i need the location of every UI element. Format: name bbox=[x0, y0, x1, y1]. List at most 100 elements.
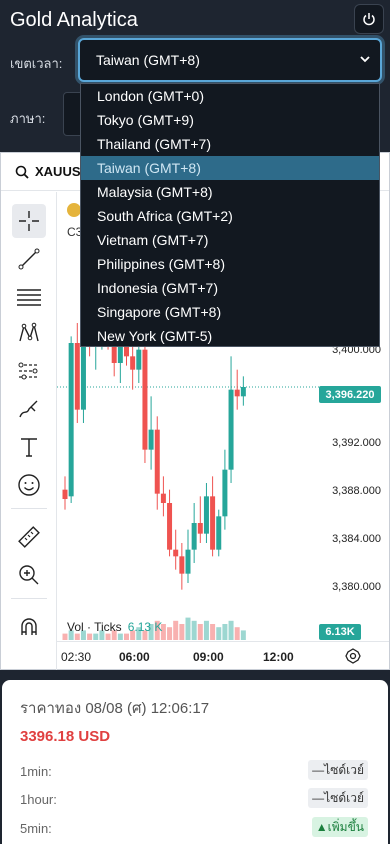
candle bbox=[228, 356, 234, 483]
volume-bar bbox=[234, 627, 240, 640]
smiley-icon bbox=[18, 474, 40, 496]
text-tool[interactable] bbox=[12, 430, 46, 464]
time-axis-label: 06:00 bbox=[119, 650, 150, 664]
magnet-icon bbox=[21, 618, 37, 635]
app-title: Gold Analytica bbox=[10, 9, 138, 31]
pattern-icon bbox=[19, 322, 39, 342]
time-axis[interactable]: 02:30 06:00 09:00 12:00 bbox=[57, 641, 389, 670]
crosshair-tool[interactable] bbox=[12, 204, 46, 238]
volume-bar bbox=[62, 633, 68, 640]
fib-retracement-tool[interactable] bbox=[12, 280, 46, 314]
timezone-option[interactable]: Thailand (GMT+7) bbox=[81, 132, 379, 156]
timezone-option[interactable]: London (GMT+0) bbox=[81, 84, 379, 108]
candle bbox=[160, 476, 166, 517]
candle bbox=[191, 503, 197, 563]
toolbar-divider bbox=[11, 598, 47, 599]
crosshair-icon bbox=[19, 211, 39, 231]
forecast-icon bbox=[18, 362, 39, 380]
candle bbox=[167, 489, 173, 557]
volume-bar bbox=[173, 620, 179, 640]
timezone-option[interactable]: Vietnam (GMT+7) bbox=[81, 228, 379, 252]
volume-bar bbox=[124, 633, 129, 640]
trend-label-5min: 5min: bbox=[20, 821, 52, 836]
timezone-option[interactable]: South Africa (GMT+2) bbox=[81, 204, 379, 228]
measure-tool[interactable] bbox=[12, 520, 46, 554]
brush-tool[interactable] bbox=[12, 392, 46, 426]
volume-bar bbox=[117, 633, 123, 640]
volume-value: 6.13 K bbox=[127, 620, 163, 634]
candle bbox=[148, 396, 154, 470]
volume-label: Vol · Ticks bbox=[67, 620, 122, 634]
volume-bar bbox=[74, 633, 80, 640]
timezone-selected-value: Taiwan (GMT+8) bbox=[96, 52, 200, 68]
gear-icon[interactable] bbox=[345, 648, 361, 664]
volume-bar bbox=[167, 627, 173, 640]
volume-bar bbox=[216, 627, 222, 640]
candle bbox=[179, 543, 185, 590]
candle bbox=[68, 336, 74, 503]
candle bbox=[240, 376, 246, 406]
chevron-down-icon bbox=[360, 56, 370, 63]
timezone-option[interactable]: Malaysia (GMT+8) bbox=[81, 180, 379, 204]
timezone-option[interactable]: Tokyo (GMT+9) bbox=[81, 108, 379, 132]
drawing-toolbar bbox=[1, 192, 57, 670]
candle bbox=[197, 496, 203, 543]
time-axis-label: 12:00 bbox=[263, 650, 294, 664]
toolbar-divider bbox=[11, 508, 47, 509]
timezone-select[interactable]: Taiwan (GMT+8) bbox=[78, 38, 382, 82]
volume-bar bbox=[105, 633, 111, 640]
volume-bar bbox=[210, 624, 216, 640]
trend-label-1min: 1min: bbox=[20, 764, 52, 779]
candle bbox=[203, 483, 209, 543]
volume-legend: Vol · Ticks 6.13 K bbox=[67, 620, 162, 634]
price-axis-label: 3,380.000 bbox=[332, 581, 381, 593]
volume-bar bbox=[179, 624, 185, 640]
volume-bar bbox=[228, 620, 234, 640]
coin-icon bbox=[67, 203, 81, 217]
candle bbox=[173, 529, 179, 570]
power-button[interactable] bbox=[354, 4, 384, 34]
trend-label-1hour: 1hour: bbox=[20, 792, 57, 807]
timezone-option[interactable]: Indonesia (GMT+7) bbox=[81, 276, 379, 300]
candle bbox=[210, 476, 216, 557]
volume-bar bbox=[93, 633, 99, 640]
timezone-option[interactable]: Singapore (GMT+8) bbox=[81, 300, 379, 324]
text-icon bbox=[21, 438, 37, 457]
zoom-in-icon bbox=[19, 565, 39, 585]
candle bbox=[234, 369, 240, 410]
candle bbox=[185, 529, 191, 583]
magnet-tool[interactable] bbox=[12, 610, 46, 644]
candle bbox=[216, 509, 222, 557]
current-price-tag: 3,396.220 bbox=[319, 386, 381, 403]
candle bbox=[154, 416, 160, 510]
trend-badge-1hour: —ไซด์เวย์ bbox=[308, 788, 368, 808]
trend-badge-5min: ▲เพิ่มขึ้น bbox=[311, 817, 368, 837]
emoji-tool[interactable] bbox=[12, 468, 46, 502]
forecast-tool[interactable] bbox=[12, 354, 46, 388]
time-axis-label: 02:30 bbox=[61, 650, 92, 664]
volume-bar bbox=[203, 620, 209, 640]
search-icon bbox=[15, 165, 29, 179]
zoom-tool[interactable] bbox=[12, 558, 46, 592]
trend-line-tool[interactable] bbox=[12, 242, 46, 276]
timezone-dropdown-list[interactable]: London (GMT+0) Tokyo (GMT+9) Thailand (GMT… bbox=[80, 83, 380, 347]
timezone-option[interactable]: Philippines (GMT+8) bbox=[81, 252, 379, 276]
pattern-tool[interactable] bbox=[12, 316, 46, 350]
price-card-title: ราคาทอง 08/08 (ศ) 12:06:17 bbox=[20, 700, 210, 717]
price-card: ราคาทอง 08/08 (ศ) 12:06:17 3396.18 USD 1… bbox=[2, 680, 388, 844]
timezone-option[interactable]: Taiwan (GMT+8) bbox=[81, 156, 379, 180]
volume-bar bbox=[197, 624, 203, 640]
candle bbox=[222, 449, 228, 530]
volume-bar bbox=[240, 630, 246, 640]
ruler-icon bbox=[18, 526, 40, 548]
gold-price: 3396.18 USD bbox=[20, 728, 111, 745]
volume-tag: 6.13K bbox=[319, 624, 361, 640]
time-axis-label: 09:00 bbox=[193, 650, 224, 664]
trend-badge-1min: —ไซด์เวย์ bbox=[308, 760, 368, 780]
timezone-option[interactable]: New York (GMT-5) bbox=[81, 324, 379, 348]
brush-icon bbox=[19, 400, 38, 418]
power-icon bbox=[363, 13, 375, 26]
language-label: ภาษา: bbox=[10, 111, 46, 126]
volume-bar bbox=[222, 624, 228, 640]
volume-bar bbox=[185, 617, 191, 640]
